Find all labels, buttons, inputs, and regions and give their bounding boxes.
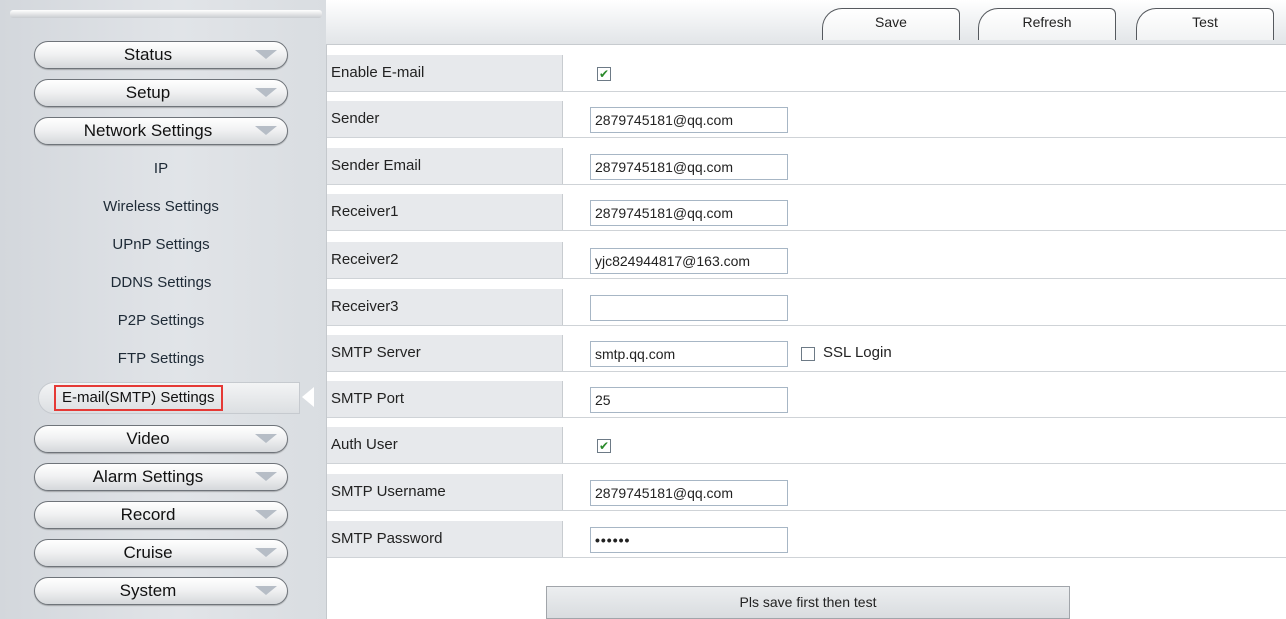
chevron-down-icon — [255, 50, 277, 59]
menu-status[interactable]: Status — [34, 41, 288, 69]
row-auth-user: Auth User ✔ — [327, 427, 1286, 464]
submenu-ftp-settings[interactable]: FTP Settings — [34, 345, 288, 373]
menu-record[interactable]: Record — [34, 501, 288, 529]
chevron-down-icon — [255, 586, 277, 595]
row-receiver3: Receiver3 — [327, 289, 1286, 326]
smtp-password-input[interactable] — [590, 527, 788, 553]
menu-alarm-settings[interactable]: Alarm Settings — [34, 463, 288, 491]
chevron-down-icon — [255, 434, 277, 443]
menu-setup-label: Setup — [125, 83, 171, 102]
chevron-down-icon — [255, 548, 277, 557]
menu-network-settings[interactable]: Network Settings — [34, 117, 288, 145]
save-button[interactable]: Save — [822, 8, 960, 40]
chevron-down-icon — [255, 88, 277, 97]
receiver2-input[interactable] — [590, 248, 788, 274]
sender-label: Sender — [327, 101, 563, 137]
active-pointer-icon — [302, 387, 314, 407]
menu-cruise-label: Cruise — [123, 543, 173, 562]
submenu-p2p-settings[interactable]: P2P Settings — [34, 307, 288, 335]
sender-input[interactable] — [590, 107, 788, 133]
refresh-button[interactable]: Refresh — [978, 8, 1116, 40]
receiver1-label: Receiver1 — [327, 194, 563, 230]
smtp-server-input[interactable] — [590, 341, 788, 367]
auth-user-checkbox[interactable]: ✔ — [597, 439, 611, 453]
menu-setup[interactable]: Setup — [34, 79, 288, 107]
submenu-email-smtp-settings[interactable]: E-mail(SMTP) Settings — [38, 382, 300, 414]
menu-network-settings-label: Network Settings — [83, 121, 213, 140]
row-smtp-username: SMTP Username — [327, 474, 1286, 511]
auth-user-label: Auth User — [327, 427, 563, 463]
receiver3-input[interactable] — [590, 295, 788, 321]
smtp-port-label: SMTP Port — [327, 381, 563, 417]
chevron-down-icon — [255, 126, 277, 135]
smtp-server-label: SMTP Server — [327, 335, 563, 371]
menu-video[interactable]: Video — [34, 425, 288, 453]
smtp-username-input[interactable] — [590, 480, 788, 506]
row-smtp-password: SMTP Password — [327, 521, 1286, 558]
submenu-email-smtp-settings-label: E-mail(SMTP) Settings — [54, 385, 223, 411]
submenu-ddns-settings[interactable]: DDNS Settings — [34, 269, 288, 297]
row-receiver1: Receiver1 — [327, 194, 1286, 231]
email-settings-form: Enable E-mail ✔ Sender Sender Email Rece… — [326, 45, 1286, 619]
menu-cruise[interactable]: Cruise — [34, 539, 288, 567]
smtp-port-input[interactable] — [590, 387, 788, 413]
sender-email-label: Sender Email — [327, 148, 563, 184]
row-smtp-port: SMTP Port — [327, 381, 1286, 418]
ssl-login-checkbox[interactable] — [801, 347, 815, 361]
enable-email-label: Enable E-mail — [327, 55, 563, 91]
smtp-username-label: SMTP Username — [327, 474, 563, 510]
menu-system-label: System — [119, 581, 177, 600]
ssl-login-label: SSL Login — [823, 344, 892, 361]
submenu-upnp-settings[interactable]: UPnP Settings — [34, 231, 288, 259]
row-sender: Sender — [327, 101, 1286, 138]
enable-email-checkbox[interactable]: ✔ — [597, 67, 611, 81]
row-sender-email: Sender Email — [327, 148, 1286, 185]
menu-alarm-settings-label: Alarm Settings — [92, 467, 204, 486]
test-note-button[interactable]: Pls save first then test — [546, 586, 1070, 619]
sidebar-top-bar — [10, 10, 322, 18]
submenu-wireless-settings[interactable]: Wireless Settings — [34, 193, 288, 221]
row-smtp-server: SMTP Server SSL Login — [327, 335, 1286, 372]
sender-email-input[interactable] — [590, 154, 788, 180]
chevron-down-icon — [255, 510, 277, 519]
menu-record-label: Record — [120, 505, 176, 524]
menu-system[interactable]: System — [34, 577, 288, 605]
submenu-ip[interactable]: IP — [34, 155, 288, 183]
menu-status-label: Status — [123, 45, 173, 64]
test-button[interactable]: Test — [1136, 8, 1274, 40]
sidebar: Status Setup Network Settings IP Wireles… — [0, 0, 326, 619]
menu-video-label: Video — [126, 429, 170, 448]
row-enable-email: Enable E-mail ✔ — [327, 55, 1286, 92]
chevron-down-icon — [255, 472, 277, 481]
receiver3-label: Receiver3 — [327, 289, 563, 325]
smtp-password-label: SMTP Password — [327, 521, 563, 557]
toolbar: Save Refresh Test — [326, 0, 1286, 45]
row-receiver2: Receiver2 — [327, 242, 1286, 279]
receiver1-input[interactable] — [590, 200, 788, 226]
receiver2-label: Receiver2 — [327, 242, 563, 278]
